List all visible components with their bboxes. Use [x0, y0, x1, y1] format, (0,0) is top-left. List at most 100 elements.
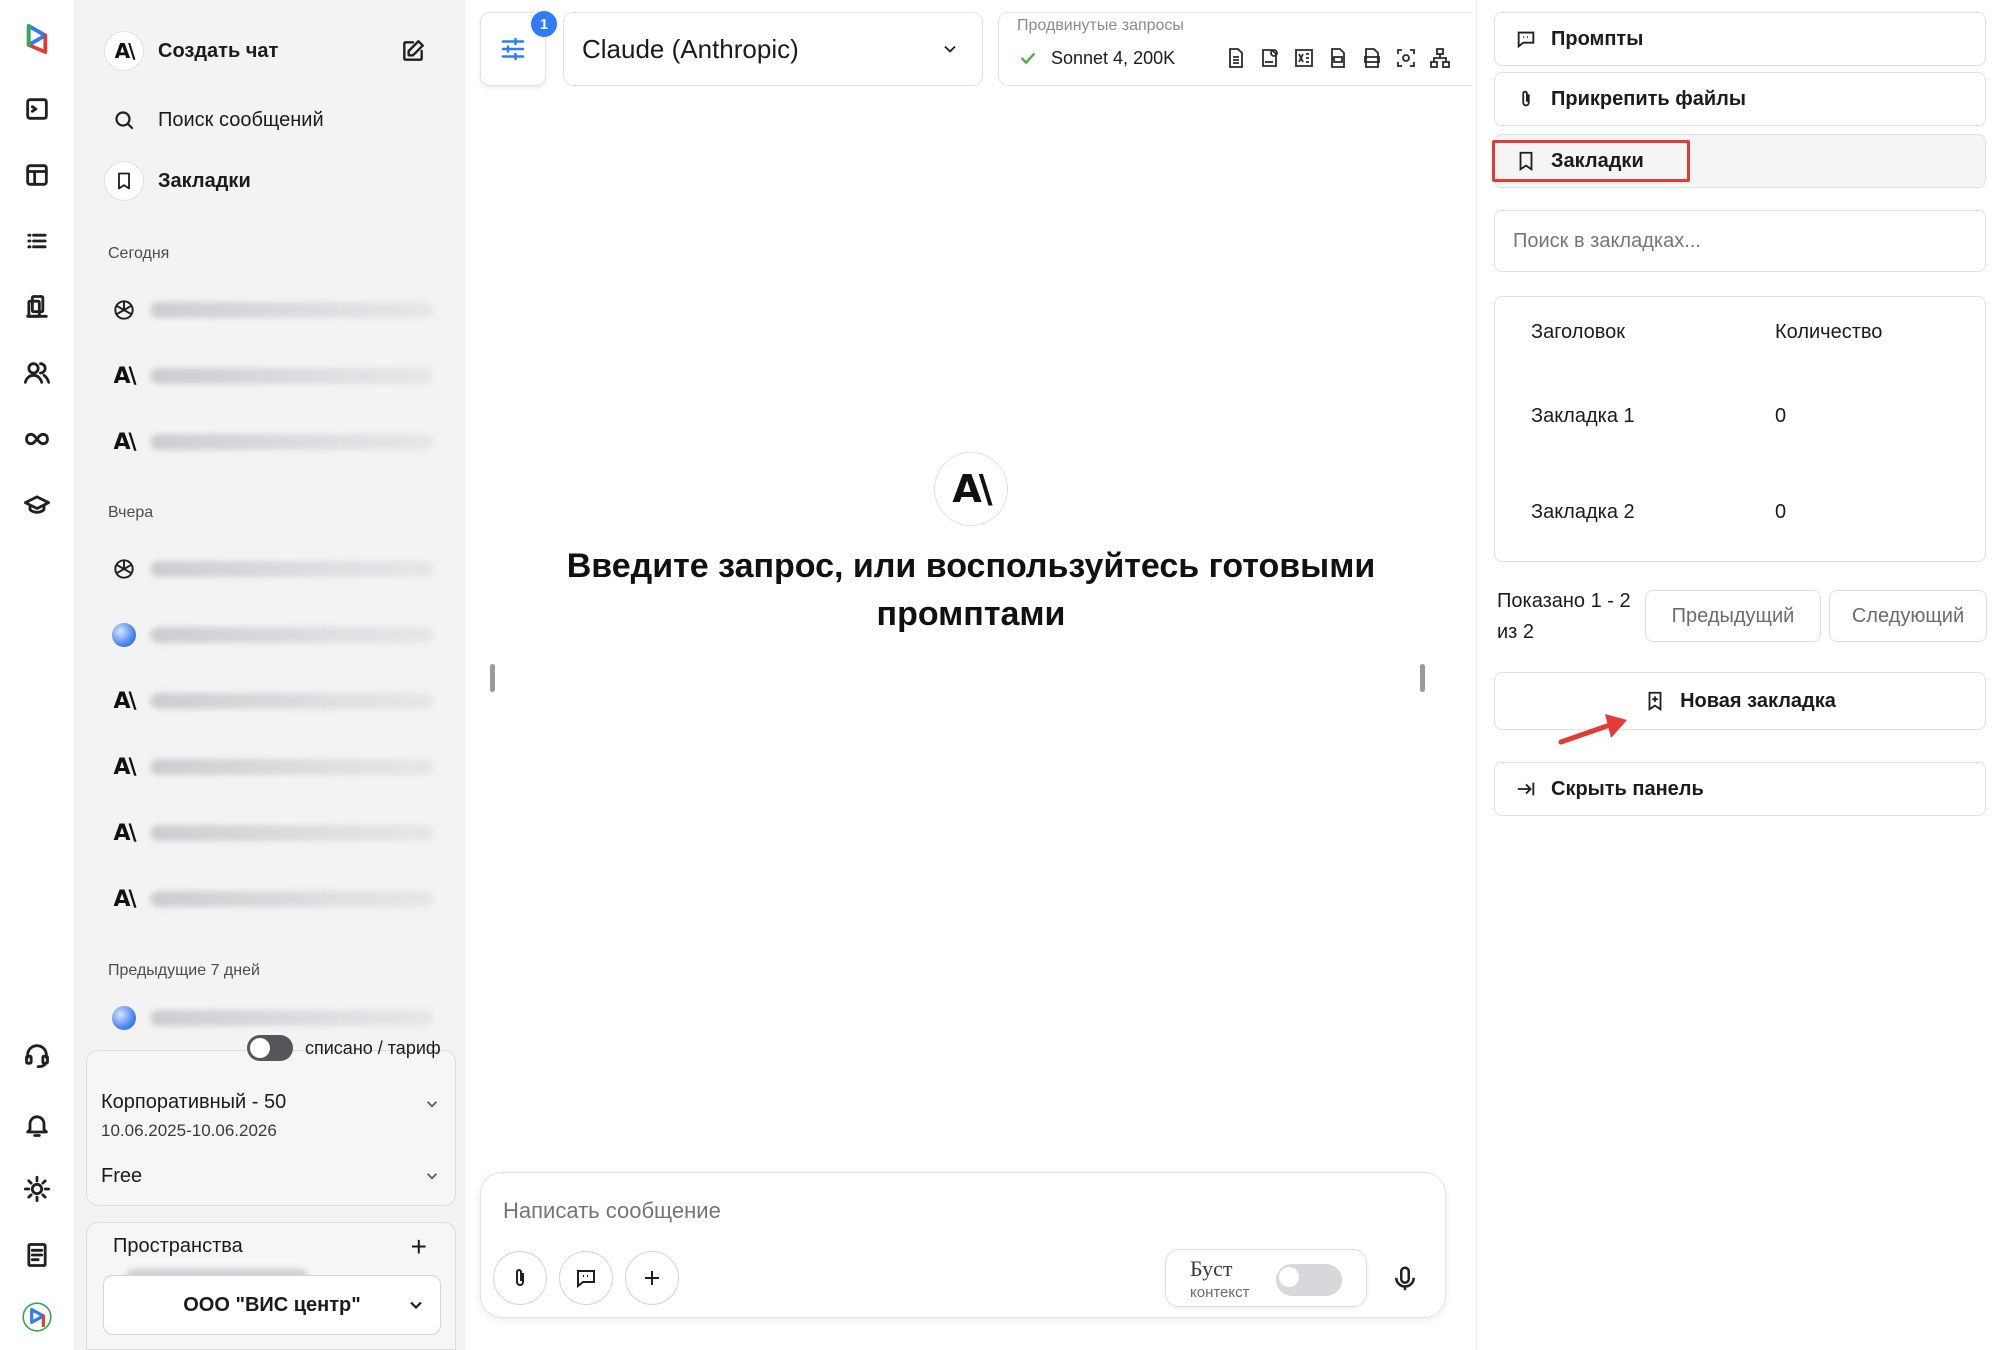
- advanced-requests-box: Продвинутые запросы Sonnet 4, 200K: [998, 12, 1472, 86]
- terminal-icon[interactable]: [14, 86, 60, 132]
- list-icon[interactable]: [14, 218, 60, 264]
- spaces-title: Пространства: [113, 1235, 243, 1257]
- docx-icon[interactable]: [1357, 43, 1387, 73]
- chat-item[interactable]: A\: [104, 679, 434, 723]
- chat-item[interactable]: [104, 547, 434, 591]
- anthropic-logo-icon: A\: [113, 363, 136, 389]
- chevron-down-icon[interactable]: [423, 1095, 441, 1118]
- chat-title-blurred: [150, 693, 434, 709]
- table-row[interactable]: Закладка 2 0: [1495, 479, 1985, 559]
- bookmark-count: 0: [1775, 501, 1787, 523]
- bookmark-title: Закладка 1: [1531, 405, 1635, 427]
- resize-handle-right[interactable]: [1420, 664, 1425, 692]
- anthropic-logo-icon: A\: [104, 31, 144, 71]
- edit-icon[interactable]: [396, 34, 430, 68]
- plus-icon: [645, 1271, 659, 1285]
- microphone-button[interactable]: [1385, 1259, 1425, 1299]
- bell-icon[interactable]: [14, 1102, 60, 1148]
- chat-item[interactable]: A\: [104, 877, 434, 921]
- composer-actions: [493, 1251, 679, 1305]
- prompts-panel-button[interactable]: Промпты: [1494, 12, 1986, 66]
- settings-button[interactable]: 1: [480, 11, 557, 86]
- chat-item[interactable]: A\: [104, 745, 434, 789]
- chat-item[interactable]: A\: [104, 811, 434, 855]
- advanced-value-row[interactable]: Sonnet 4, 200K: [1017, 47, 1175, 69]
- check-icon: [1020, 52, 1036, 65]
- headset-icon[interactable]: [14, 1032, 60, 1078]
- table-row[interactable]: Закладка 1 0: [1495, 383, 1985, 463]
- layout-icon[interactable]: [14, 152, 60, 198]
- resize-handle-left[interactable]: [490, 664, 495, 692]
- anthropic-logo-icon: A\: [113, 820, 136, 846]
- welcome-prompt: Введите запрос, или воспользуйтесь готов…: [466, 542, 1476, 638]
- txt-icon[interactable]: [1323, 43, 1353, 73]
- chat-title-blurred: [150, 368, 434, 384]
- tariff-toggle[interactable]: [247, 1035, 293, 1061]
- chat-item[interactable]: A\: [104, 420, 434, 464]
- chevron-down-icon[interactable]: [423, 1167, 441, 1190]
- chat-item[interactable]: [104, 1004, 434, 1032]
- anthropic-logo-icon: A\: [113, 429, 136, 455]
- chat-item[interactable]: [104, 613, 434, 657]
- logo-icon[interactable]: [14, 16, 60, 62]
- spaces-card: Пространства + ООО "ВИС центр": [86, 1222, 456, 1350]
- red-arrow-annotation: [1558, 714, 1627, 745]
- message-input[interactable]: [503, 1191, 1403, 1231]
- bookmark-count: 0: [1775, 405, 1787, 427]
- excel-icon[interactable]: [1289, 43, 1319, 73]
- sliders-icon: [501, 37, 525, 61]
- chat-title-blurred: [150, 627, 434, 643]
- bookmarks-button[interactable]: Закладки: [104, 156, 251, 206]
- openai-icon: [104, 549, 144, 589]
- boost-sub-label: контекст: [1190, 1284, 1250, 1301]
- section-yesterday: Вчера: [108, 504, 154, 521]
- bookmarks-table: Заголовок Количество Закладка 1 0 Заклад…: [1494, 296, 1986, 562]
- document-icon[interactable]: [1221, 43, 1251, 73]
- bookmark-search: [1494, 210, 1986, 272]
- search-icon: [104, 100, 144, 140]
- attach-files-button[interactable]: Прикрепить файлы: [1494, 72, 1986, 126]
- model-select[interactable]: Claude (Anthropic): [563, 12, 983, 86]
- new-chat-button[interactable]: A\ Создать чат: [104, 26, 278, 76]
- hide-panel-button[interactable]: Скрыть панель: [1494, 762, 1986, 816]
- graduation-cap-icon[interactable]: [14, 482, 60, 528]
- attach-button[interactable]: [493, 1251, 547, 1305]
- tariff-toggle-row: списано / тариф: [247, 1035, 441, 1061]
- add-button[interactable]: [625, 1251, 679, 1305]
- chat-item[interactable]: A\: [104, 354, 434, 398]
- highlight-frame: [1492, 140, 1690, 182]
- hide-panel-label: Скрыть панель: [1551, 777, 1704, 800]
- attach-files-label: Прикрепить файлы: [1551, 87, 1746, 110]
- table-header-title: Заголовок: [1531, 321, 1626, 343]
- space-selected-label: ООО "ВИС центр": [183, 1293, 361, 1316]
- previous-page-button[interactable]: Предыдущий: [1645, 590, 1821, 642]
- welcome-line-2: промптами: [876, 595, 1066, 633]
- add-space-icon[interactable]: +: [411, 1233, 427, 1261]
- new-chat-label: Создать чат: [158, 39, 279, 62]
- chat-item[interactable]: [104, 288, 434, 332]
- notes-icon[interactable]: [14, 1232, 60, 1278]
- chat-title-blurred: [150, 825, 434, 841]
- boost-context: Буст контекст: [1165, 1249, 1367, 1307]
- next-page-button[interactable]: Следующий: [1829, 590, 1987, 642]
- space-select[interactable]: ООО "ВИС центр": [103, 1275, 441, 1335]
- prompts-button[interactable]: [559, 1251, 613, 1305]
- model-label: Claude (Anthropic): [582, 33, 799, 64]
- pdf-icon[interactable]: [1255, 43, 1285, 73]
- chat-title-blurred: [150, 1010, 434, 1026]
- app-logo-icon[interactable]: [14, 1294, 60, 1340]
- scan-icon[interactable]: [1391, 43, 1421, 73]
- documents-icon[interactable]: [14, 284, 60, 330]
- search-messages-button[interactable]: Поиск сообщений: [104, 95, 324, 145]
- boost-toggle[interactable]: [1276, 1264, 1342, 1296]
- infinity-icon[interactable]: [14, 416, 60, 462]
- chat-title-blurred: [150, 302, 434, 318]
- table-header-count: Количество: [1775, 321, 1883, 343]
- section-previous-7-days: Предыдущие 7 дней: [108, 962, 260, 979]
- boost-label: Буст: [1190, 1256, 1233, 1281]
- users-icon[interactable]: [14, 350, 60, 396]
- hierarchy-icon[interactable]: [1425, 43, 1455, 73]
- bookmark-search-input[interactable]: [1513, 221, 1973, 261]
- sun-icon[interactable]: [14, 1166, 60, 1212]
- model-orb-icon: [104, 1004, 144, 1032]
